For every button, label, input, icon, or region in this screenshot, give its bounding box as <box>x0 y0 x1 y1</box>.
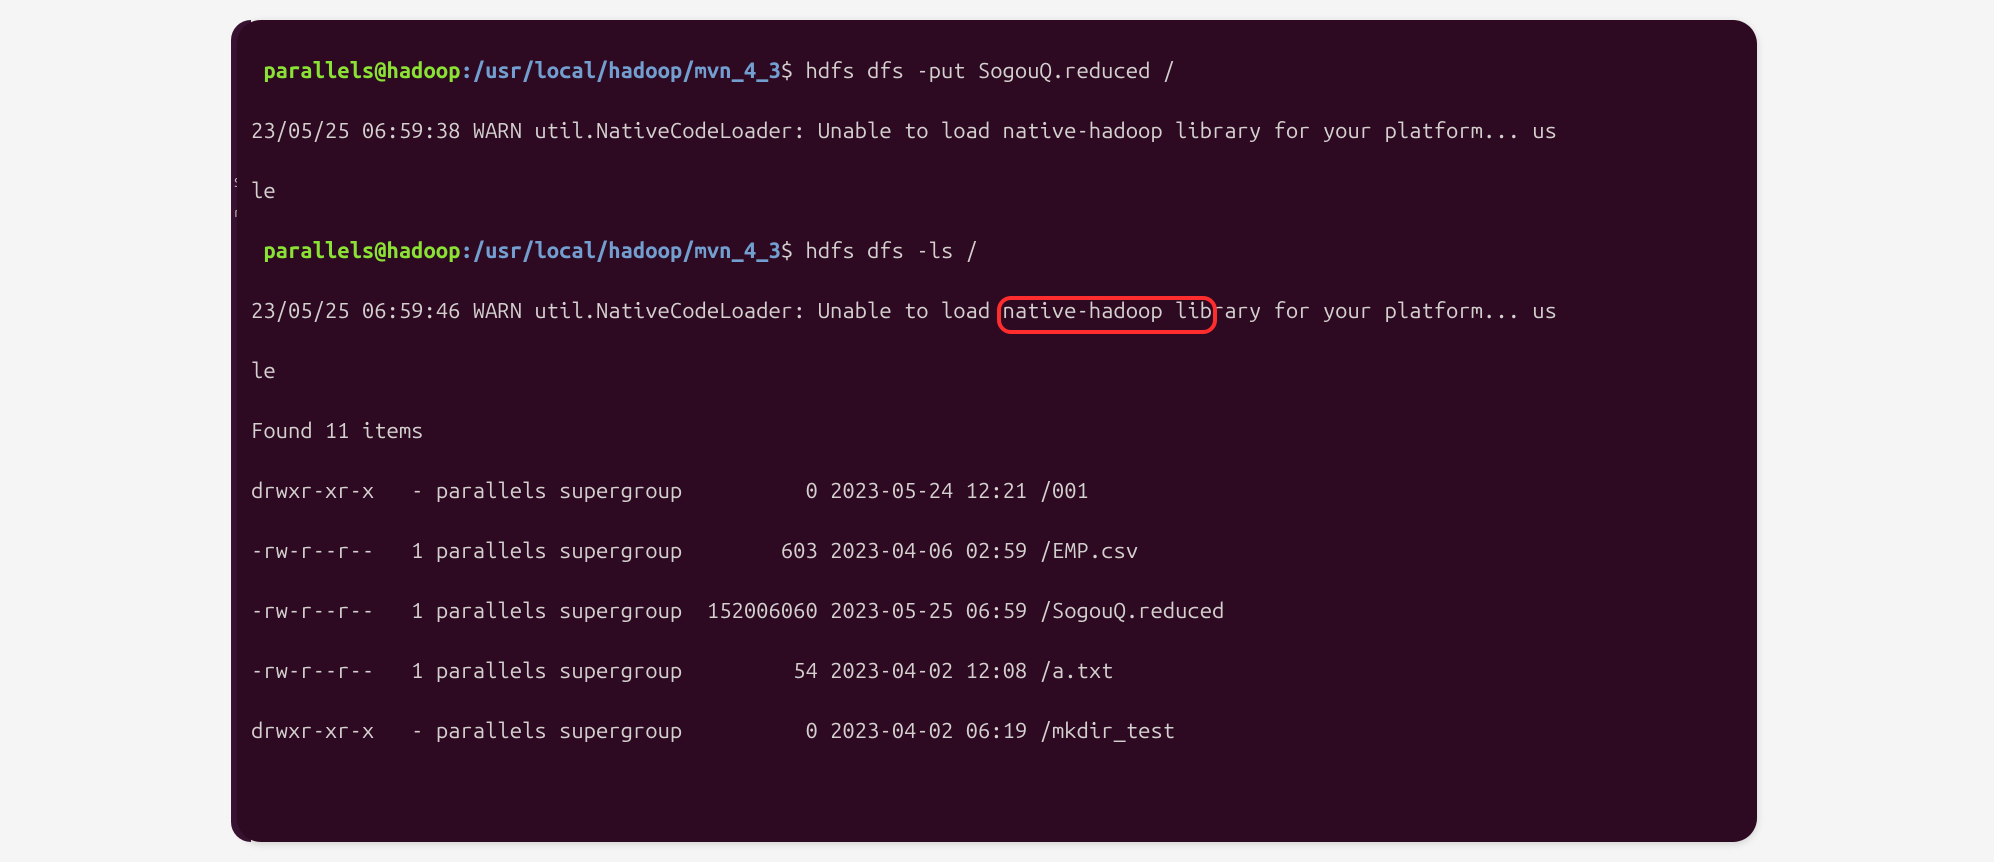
warn-put-wrap: le <box>251 176 1757 206</box>
prompt-dollar: $ <box>781 58 806 83</box>
command-put: hdfs dfs -put SogouQ.reduced / <box>805 58 1175 83</box>
prompt-colon-2: : <box>460 238 472 263</box>
warn-put: 23/05/25 06:59:38 WARN util.NativeCodeLo… <box>251 116 1757 146</box>
user-host-2: parallels@hadoop <box>263 238 460 263</box>
list-row-4: drwxr-xr-x - parallels supergroup 0 2023… <box>251 716 1757 746</box>
user-host: parallels@hadoop <box>263 58 460 83</box>
terminal-output[interactable]: parallels@hadoop:/usr/local/hadoop/mvn_4… <box>237 20 1757 842</box>
prompt-line-1: parallels@hadoop:/usr/local/hadoop/mvn_4… <box>251 56 1757 86</box>
list-row-0: drwxr-xr-x - parallels supergroup 0 2023… <box>251 476 1757 506</box>
prompt-line-2: parallels@hadoop:/usr/local/hadoop/mvn_4… <box>251 236 1757 266</box>
prompt-path-2: /usr/local/hadoop/mvn_4_3 <box>473 238 781 263</box>
prompt-path: /usr/local/hadoop/mvn_4_3 <box>473 58 781 83</box>
list-row-2: -rw-r--r-- 1 parallels supergroup 152006… <box>251 596 1757 626</box>
found-items: Found 11 items <box>251 416 1757 446</box>
list-row-1: -rw-r--r-- 1 parallels supergroup 603 20… <box>251 536 1757 566</box>
warn-ls-wrap: le <box>251 356 1757 386</box>
warn-ls: 23/05/25 06:59:46 WARN util.NativeCodeLo… <box>251 296 1757 326</box>
prompt-colon: : <box>460 58 472 83</box>
command-ls: hdfs dfs -ls / <box>805 238 977 263</box>
terminal-window: n Sh rs parallels@hadoop:/usr/local/hado… <box>237 20 1757 842</box>
prompt-dollar-2: $ <box>781 238 806 263</box>
list-row-3: -rw-r--r-- 1 parallels supergroup 54 202… <box>251 656 1757 686</box>
